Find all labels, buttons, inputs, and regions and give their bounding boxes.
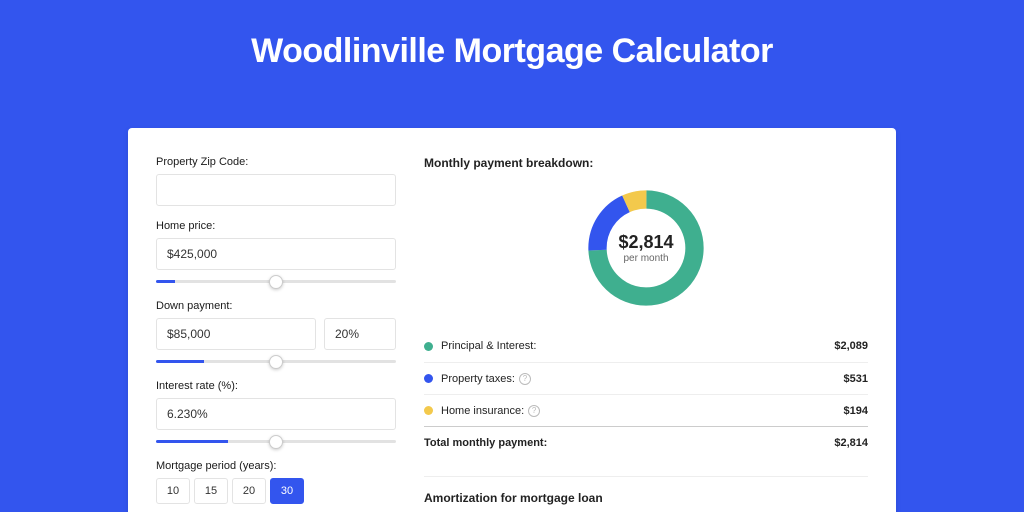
breakdown-value: $2,089	[834, 340, 868, 352]
breakdown-row-insurance: Home insurance: ? $194	[424, 394, 868, 426]
stage: Woodlinville Mortgage Calculator Propert…	[0, 0, 1024, 512]
period-btn-20[interactable]: 20	[232, 478, 266, 504]
down-payment-label: Down payment:	[156, 300, 396, 312]
breakdown-row-taxes: Property taxes: ? $531	[424, 362, 868, 394]
interest-input[interactable]	[156, 398, 396, 430]
help-icon[interactable]: ?	[528, 405, 540, 417]
zip-input[interactable]	[156, 174, 396, 206]
calculator-card: Property Zip Code: Home price: Down paym…	[128, 128, 896, 512]
period-group: 10 15 20 30	[156, 478, 396, 504]
breakdown-panel: Monthly payment breakdown: $2,814 per mo…	[424, 156, 868, 512]
breakdown-value: $194	[844, 405, 868, 417]
breakdown-row-total: Total monthly payment: $2,814	[424, 426, 868, 458]
home-price-input[interactable]	[156, 238, 396, 270]
breakdown-label: Principal & Interest:	[441, 340, 834, 352]
down-payment-field: Down payment:	[156, 300, 396, 366]
down-payment-input[interactable]	[156, 318, 316, 350]
dot-icon-yellow	[424, 406, 433, 415]
amortization-section: Amortization for mortgage loan Amortizat…	[424, 476, 868, 512]
donut-amount: $2,814	[618, 232, 673, 253]
help-icon[interactable]: ?	[519, 373, 531, 385]
total-value: $2,814	[834, 437, 868, 449]
zip-label: Property Zip Code:	[156, 156, 396, 168]
period-btn-15[interactable]: 15	[194, 478, 228, 504]
interest-field: Interest rate (%):	[156, 380, 396, 446]
donut-center: $2,814 per month	[582, 184, 710, 312]
breakdown-label: Property taxes: ?	[441, 373, 844, 385]
breakdown-label-text: Property taxes:	[441, 373, 515, 385]
dot-icon-blue	[424, 374, 433, 383]
donut-per-month: per month	[623, 253, 668, 264]
period-btn-30[interactable]: 30	[270, 478, 304, 504]
home-price-field: Home price:	[156, 220, 396, 286]
page-title: Woodlinville Mortgage Calculator	[0, 0, 1024, 95]
down-payment-pct-input[interactable]	[324, 318, 396, 350]
breakdown-label-text: Home insurance:	[441, 405, 524, 417]
period-label: Mortgage period (years):	[156, 460, 396, 472]
breakdown-list: Principal & Interest: $2,089 Property ta…	[424, 330, 868, 458]
donut-chart: $2,814 per month	[582, 184, 710, 312]
breakdown-row-principal: Principal & Interest: $2,089	[424, 330, 868, 362]
breakdown-label: Home insurance: ?	[441, 405, 844, 417]
interest-label: Interest rate (%):	[156, 380, 396, 392]
dot-icon-green	[424, 342, 433, 351]
amortization-title: Amortization for mortgage loan	[424, 491, 868, 505]
period-btn-10[interactable]: 10	[156, 478, 190, 504]
period-field: Mortgage period (years): 10 15 20 30	[156, 460, 396, 504]
breakdown-value: $531	[844, 373, 868, 385]
zip-field: Property Zip Code:	[156, 156, 396, 206]
down-payment-slider[interactable]	[156, 360, 396, 363]
home-price-label: Home price:	[156, 220, 396, 232]
form-panel: Property Zip Code: Home price: Down paym…	[156, 156, 396, 512]
interest-slider[interactable]	[156, 440, 396, 443]
home-price-slider[interactable]	[156, 280, 396, 283]
total-label: Total monthly payment:	[424, 437, 834, 449]
breakdown-title: Monthly payment breakdown:	[424, 156, 868, 170]
